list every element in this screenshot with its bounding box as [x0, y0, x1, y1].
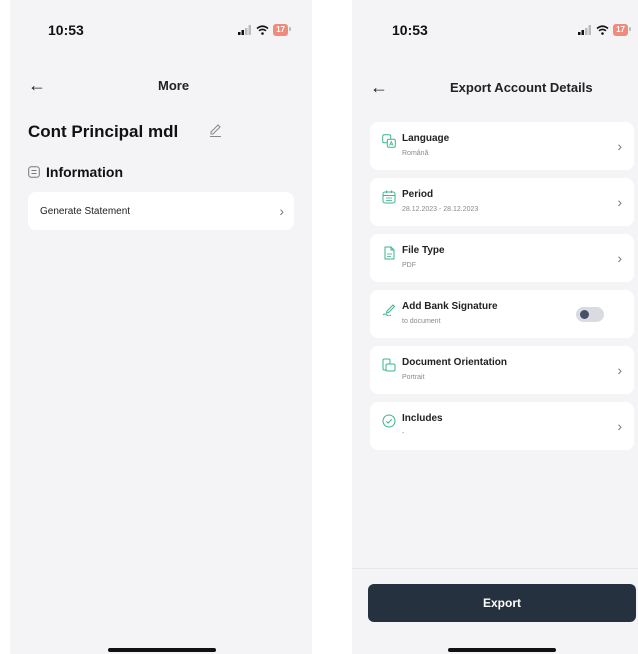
page-title: Export Account Details [450, 80, 593, 95]
option-period[interactable]: Period 28.12.2023 - 28.12.2023 › [370, 178, 634, 226]
option-document-orientation[interactable]: Document Orientation Portrait › [370, 346, 634, 394]
export-account-details-screen: 10:53 17 ← Export Account Details Langua… [352, 0, 638, 654]
option-title: File Type [402, 245, 445, 256]
check-circle-icon [382, 414, 396, 428]
option-title: Add Bank Signature [402, 301, 498, 312]
wifi-icon [256, 25, 269, 35]
home-indicator [108, 648, 216, 652]
section-label: Information [46, 164, 123, 180]
option-language[interactable]: Language Română › [370, 122, 634, 170]
status-time: 10:53 [392, 22, 428, 38]
section-header-information: Information [28, 164, 123, 180]
status-bar: 10:53 17 [10, 0, 312, 60]
toggle-knob [580, 310, 589, 319]
status-icons: 17 [578, 24, 631, 36]
wifi-icon [596, 25, 609, 35]
list-item-label: Generate Statement [40, 205, 131, 217]
battery-icon: 17 [613, 24, 631, 36]
option-value: to document [402, 318, 441, 325]
option-title: Period [402, 189, 434, 200]
option-title: Document Orientation [402, 357, 508, 368]
option-includes[interactable]: Includes - › [370, 402, 634, 450]
page-title: More [158, 78, 190, 93]
option-value: Română [402, 150, 429, 157]
option-value: Portrait [402, 374, 425, 381]
generate-statement-item[interactable]: Generate Statement › [28, 192, 294, 230]
option-add-bank-signature: Add Bank Signature to document [370, 290, 634, 338]
more-screen: 10:53 17 ← More Cont Principal mdl Infor… [10, 0, 312, 654]
chevron-right-icon: › [617, 250, 622, 266]
chevron-right-icon: › [279, 203, 284, 219]
calendar-icon [382, 190, 396, 204]
file-icon [384, 246, 395, 260]
option-value: PDF [402, 262, 416, 269]
account-name: Cont Principal mdl [28, 122, 179, 141]
status-time: 10:53 [48, 22, 84, 38]
status-icons: 17 [238, 24, 291, 36]
signature-toggle[interactable] [576, 307, 604, 322]
export-button[interactable]: Export [368, 584, 636, 622]
chevron-right-icon: › [617, 418, 622, 434]
option-file-type[interactable]: File Type PDF › [370, 234, 634, 282]
battery-icon: 17 [273, 24, 291, 36]
option-value: 28.12.2023 - 28.12.2023 [402, 206, 479, 213]
list-icon [28, 166, 40, 178]
status-bar: 10:53 17 [352, 0, 638, 60]
translate-icon [382, 134, 396, 148]
option-title: Language [402, 133, 450, 144]
chevron-right-icon: › [617, 194, 622, 210]
home-indicator [448, 648, 556, 652]
edit-pencil-icon[interactable] [208, 122, 224, 138]
option-value: - [402, 430, 405, 437]
back-arrow-icon[interactable]: ← [370, 78, 388, 96]
option-title: Includes [402, 413, 443, 424]
signature-icon [382, 304, 396, 316]
signal-icon [238, 25, 252, 35]
back-arrow-icon[interactable]: ← [28, 76, 46, 94]
orientation-icon [382, 358, 396, 372]
chevron-right-icon: › [617, 362, 622, 378]
signal-icon [578, 25, 592, 35]
chevron-right-icon: › [617, 138, 622, 154]
